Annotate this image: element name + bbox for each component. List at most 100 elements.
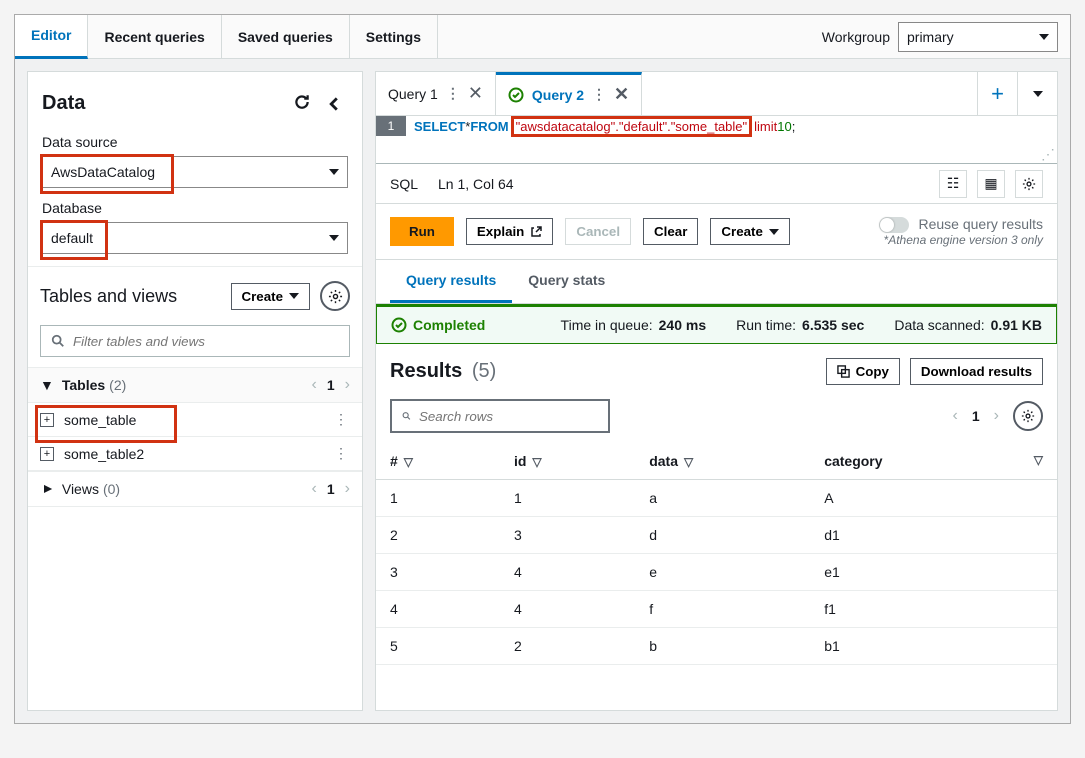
chevron-down-icon (289, 293, 299, 299)
col-header[interactable]: category▽ (810, 443, 1057, 480)
explain-button[interactable]: Explain (466, 218, 553, 245)
chevron-down-icon (1039, 34, 1049, 40)
check-circle-icon (391, 317, 407, 333)
nav-tab-editor[interactable]: Editor (15, 15, 88, 59)
editor-status-bar: SQL Ln 1, Col 64 ☷ ▦ (376, 164, 1057, 204)
chevron-down-icon (329, 169, 339, 175)
prev-page[interactable]: ‹ (312, 480, 317, 498)
col-header[interactable]: #▽ (376, 443, 500, 480)
format-button[interactable]: ☷ (939, 170, 967, 198)
editor-settings-button[interactable] (1015, 170, 1043, 198)
close-tab-icon[interactable]: ✕ (468, 83, 483, 104)
table-cell: e1 (810, 554, 1057, 591)
table-row: 11aA (376, 480, 1057, 517)
language-label: SQL (390, 176, 418, 192)
filter-tables-input[interactable] (73, 334, 339, 349)
gear-icon (1021, 409, 1035, 423)
expand-icon[interactable]: + (40, 447, 54, 461)
table-row: 52bb1 (376, 628, 1057, 665)
table-cell: b1 (810, 628, 1057, 665)
nav-tab-saved[interactable]: Saved queries (222, 15, 350, 59)
col-header[interactable]: data▽ (635, 443, 810, 480)
reuse-note: *Athena engine version 3 only (879, 233, 1043, 247)
filter-icon[interactable]: ▽ (532, 455, 541, 469)
database-select[interactable]: default (42, 222, 348, 254)
expand-icon[interactable]: + (40, 413, 54, 427)
results-prev[interactable]: ‹ (953, 407, 958, 425)
run-button[interactable]: Run (390, 217, 454, 246)
results-settings[interactable] (1013, 401, 1043, 431)
status-text: Completed (413, 317, 485, 333)
tab-query-results[interactable]: Query results (390, 260, 512, 303)
col-header[interactable]: id▽ (500, 443, 635, 480)
action-bar: Run Explain Cancel Clear Create Reuse qu… (376, 204, 1057, 260)
refresh-icon (293, 93, 311, 111)
table-actions-menu[interactable]: ⋮ (334, 445, 350, 462)
queue-label: Time in queue: (561, 317, 653, 333)
table-cell: 2 (500, 628, 635, 665)
reuse-toggle[interactable]: Reuse query results (879, 216, 1043, 233)
table-cell: 4 (500, 591, 635, 628)
next-page[interactable]: › (345, 480, 350, 498)
refresh-button[interactable] (288, 88, 316, 116)
close-tab-icon[interactable]: ✕ (614, 84, 629, 105)
workgroup-label: Workgroup (822, 29, 890, 45)
filter-icon[interactable]: ▽ (1034, 453, 1043, 467)
resize-handle-icon[interactable]: ⋰ (1041, 146, 1055, 163)
data-source-select[interactable]: AwsDataCatalog (42, 156, 348, 188)
nav-tab-recent[interactable]: Recent queries (88, 15, 221, 59)
table-name: some_table2 (64, 446, 144, 462)
clear-button[interactable]: Clear (643, 218, 698, 245)
table-row[interactable]: + some_table ⋮ (28, 403, 362, 437)
workgroup-select[interactable]: primary (898, 22, 1058, 52)
tab-query-stats[interactable]: Query stats (512, 260, 621, 303)
search-rows[interactable] (390, 399, 610, 433)
query-tab-2[interactable]: Query 2 ⋮ ✕ (496, 72, 642, 115)
download-button[interactable]: Download results (910, 358, 1043, 385)
table-cell: 1 (500, 480, 635, 517)
filter-icon[interactable]: ▽ (684, 455, 693, 469)
create-button[interactable]: Create (710, 218, 790, 245)
table-row[interactable]: + some_table2 ⋮ (28, 437, 362, 471)
table-cell: f (635, 591, 810, 628)
nav-tab-settings[interactable]: Settings (350, 15, 438, 59)
add-tab-button[interactable]: + (977, 72, 1017, 116)
results-next[interactable]: › (994, 407, 999, 425)
toggle-icon (879, 217, 909, 233)
data-panel-title: Data (42, 92, 85, 115)
prev-page[interactable]: ‹ (312, 376, 317, 394)
table-row: 23dd1 (376, 517, 1057, 554)
filter-icon[interactable]: ▽ (404, 455, 413, 469)
filter-tables-search[interactable] (40, 325, 350, 357)
search-rows-input[interactable] (419, 409, 598, 424)
copy-button[interactable]: Copy (826, 358, 900, 385)
table-cell: 2 (376, 517, 500, 554)
chevron-down-icon (329, 235, 339, 241)
tables-tree-header[interactable]: ▼ Tables (2) ‹ 1 › (28, 367, 362, 403)
scan-label: Data scanned: (894, 317, 984, 333)
tabs-overflow-button[interactable] (1017, 72, 1057, 116)
tab-menu-icon[interactable]: ⋮ (592, 86, 606, 103)
table-cell: d (635, 517, 810, 554)
create-resource-button[interactable]: Create (231, 283, 311, 310)
settings-tables-button[interactable] (320, 281, 350, 311)
scan-value: 0.91 KB (991, 317, 1042, 333)
results-tab-bar: Query results Query stats (376, 260, 1057, 304)
database-value: default (51, 230, 93, 246)
table-cell: 5 (376, 628, 500, 665)
results-count: (5) (472, 360, 496, 382)
query-tab-1[interactable]: Query 1 ⋮ ✕ (376, 72, 496, 115)
next-page[interactable]: › (345, 376, 350, 394)
views-tree-header[interactable]: ▼ Views (0) ‹ 1 › (28, 471, 362, 507)
search-icon (51, 334, 65, 348)
sql-editor[interactable]: 1 SELECT * FROM "awsdatacatalog"."defaul… (376, 116, 1057, 164)
keyboard-button[interactable]: ▦ (977, 170, 1005, 198)
queue-value: 240 ms (659, 317, 706, 333)
external-link-icon (530, 226, 542, 238)
table-actions-menu[interactable]: ⋮ (334, 411, 350, 428)
table-cell: 1 (376, 480, 500, 517)
tab-menu-icon[interactable]: ⋮ (446, 85, 460, 102)
execution-status-bar: Completed Time in queue:240 ms Run time:… (376, 304, 1057, 344)
collapse-button[interactable] (320, 90, 348, 118)
tables-page-num: 1 (327, 377, 335, 393)
